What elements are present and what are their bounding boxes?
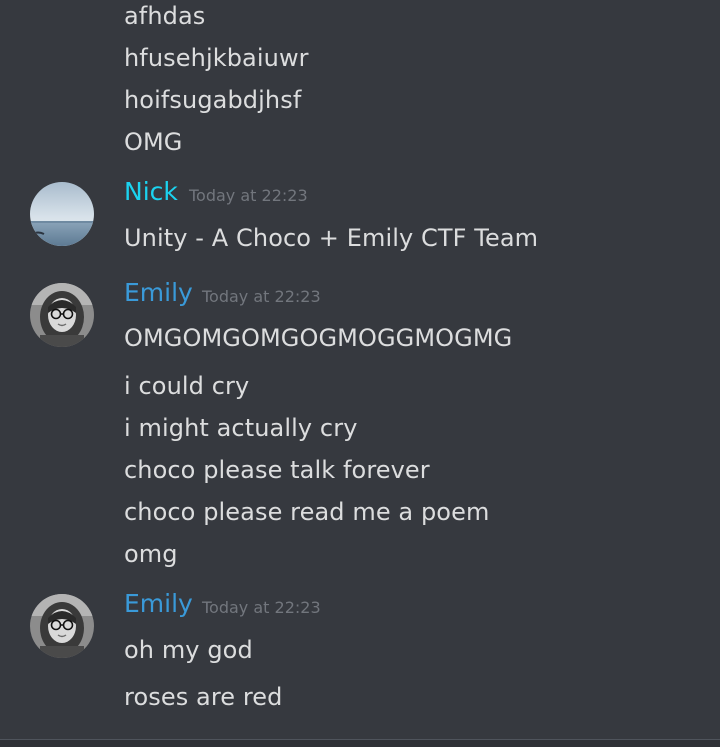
message-text: omg (124, 540, 178, 568)
message-text: Unity - A Choco + Emily CTF Team (124, 224, 539, 252)
message-text: oh my god (124, 636, 253, 664)
beach-photo-avatar (30, 182, 94, 246)
message-input-area[interactable] (0, 740, 720, 747)
message-text: hfusehjkbaiuwr (124, 44, 309, 72)
avatar[interactable] (30, 182, 94, 246)
message-text: roses are red (124, 683, 283, 711)
timestamp: Today at 22:23 (202, 287, 321, 306)
message-text: OMGOMGOMGOGMOGGMOGMG (124, 324, 513, 352)
message-text: hoifsugabdjhsf (124, 86, 302, 114)
message-list: afhdas hfusehjkbaiuwr hoifsugabdjhsf OMG (0, 0, 720, 740)
message-text: i could cry (124, 372, 250, 400)
username[interactable]: Emily (124, 589, 193, 619)
message-text: afhdas (124, 2, 206, 30)
message-text: choco please read me a poem (124, 498, 490, 526)
message-text: OMG (124, 128, 183, 156)
username[interactable]: Emily (124, 278, 193, 308)
username[interactable]: Nick (124, 177, 178, 207)
timestamp: Today at 22:23 (202, 598, 321, 617)
message-text: i might actually cry (124, 414, 358, 442)
timestamp: Today at 22:23 (189, 186, 308, 205)
girl-with-glasses-avatar (30, 594, 94, 658)
username-text[interactable]: Emily (124, 278, 193, 307)
girl-with-glasses-avatar (30, 283, 94, 347)
username-text[interactable]: Nick (124, 177, 178, 206)
avatar[interactable] (30, 594, 94, 658)
message-text: choco please talk forever (124, 456, 430, 484)
avatar[interactable] (30, 283, 94, 347)
username-text[interactable]: Emily (124, 589, 193, 618)
